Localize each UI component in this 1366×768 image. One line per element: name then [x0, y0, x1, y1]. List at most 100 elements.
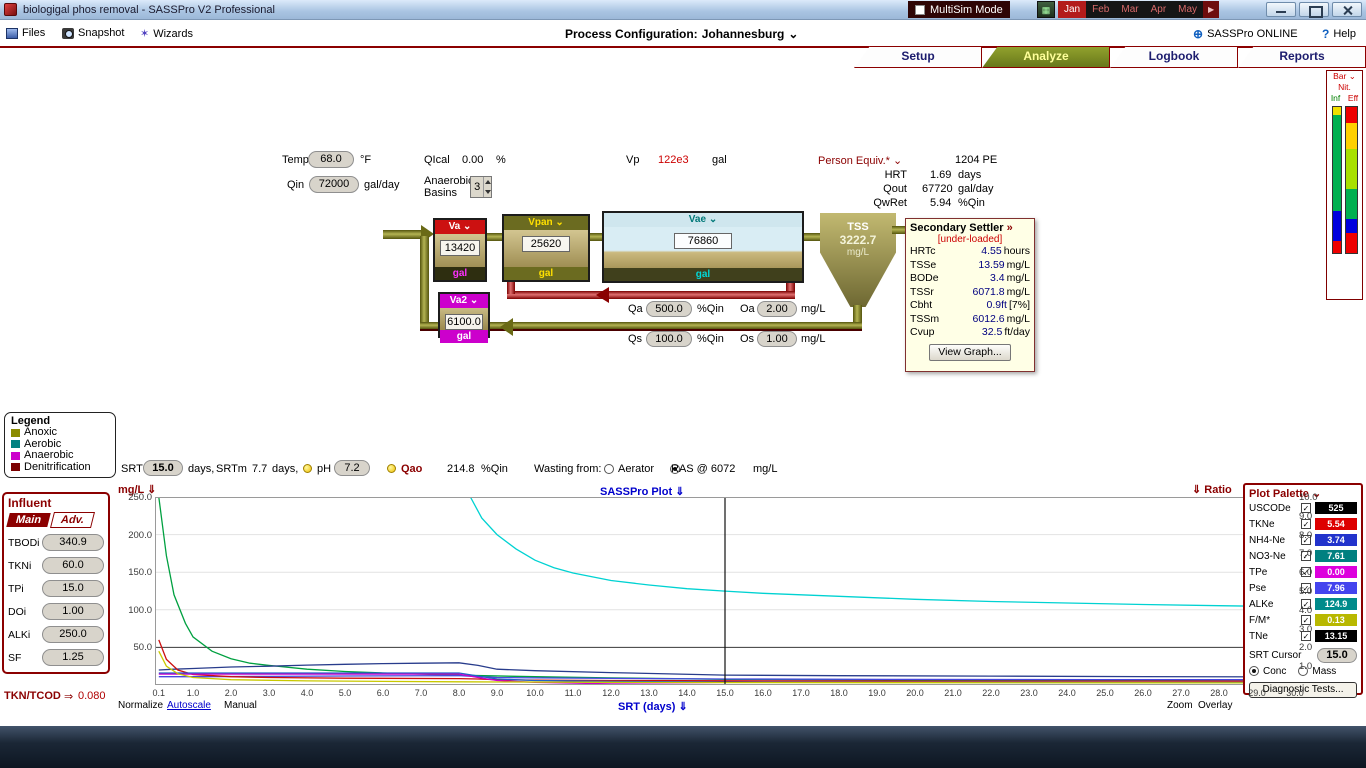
y-tick-label: 150.0: [120, 567, 152, 578]
os-input[interactable]: 1.00: [757, 331, 797, 347]
month-apr[interactable]: Apr: [1145, 1, 1173, 18]
basin-va[interactable]: Va ⌄ 13420 gal: [433, 218, 487, 282]
qa-input[interactable]: 500.0: [646, 301, 692, 317]
influent-field-input[interactable]: 60.0: [42, 557, 104, 574]
close-button[interactable]: [1332, 2, 1362, 17]
temp-input[interactable]: 68.0: [308, 151, 354, 168]
person-equiv-dropdown[interactable]: Person Equiv.* ⌄: [818, 154, 902, 167]
influent-field-input[interactable]: 15.0: [42, 580, 104, 597]
basin-vae[interactable]: Vae ⌄ 76860 gal: [602, 211, 804, 283]
overlay-button[interactable]: Overlay: [1198, 700, 1232, 711]
va2-header[interactable]: Va2 ⌄: [440, 294, 488, 308]
vpan-volume-value[interactable]: 25620: [522, 236, 570, 252]
conc-radio[interactable]: [1249, 666, 1259, 676]
maximize-button[interactable]: [1299, 2, 1329, 17]
tab-reports[interactable]: Reports: [1238, 46, 1366, 68]
oa-input[interactable]: 2.00: [757, 301, 797, 317]
eff-label: Eff: [1348, 93, 1358, 103]
pipe-vpan-vae: [590, 233, 602, 241]
influent-field-input[interactable]: 340.9: [42, 534, 104, 551]
x-tick-label: 6.0: [368, 688, 398, 698]
x-tick-label: 7.0: [406, 688, 436, 698]
sasspro-online-link[interactable]: ⊕ SASSPro ONLINE: [1193, 27, 1298, 41]
vpan-header[interactable]: Vpan ⌄: [504, 216, 588, 230]
return-riser-pipe: [420, 236, 429, 331]
settler-tss-label: TSS: [820, 221, 896, 233]
multisim-mode-toggle[interactable]: MultiSim Mode: [908, 1, 1010, 18]
month-next-button[interactable]: ▶: [1203, 1, 1219, 18]
va-header[interactable]: Va ⌄: [435, 220, 485, 234]
vae-header[interactable]: Vae ⌄: [604, 213, 802, 227]
ph-input[interactable]: 7.2: [334, 460, 370, 476]
normalize-button[interactable]: Normalize: [118, 700, 163, 711]
stepper-arrows[interactable]: [483, 177, 491, 197]
influent-field-input[interactable]: 250.0: [42, 626, 104, 643]
minimize-button[interactable]: [1266, 2, 1296, 17]
settler-row-unit: mg/L: [1007, 272, 1030, 286]
settler-row-value: 32.5: [982, 326, 1002, 340]
va-volume-value[interactable]: 13420: [440, 240, 480, 256]
anaerobic-label-1: Anaerobic: [424, 175, 474, 187]
bar-segment: [1346, 149, 1357, 189]
tab-adv[interactable]: Adv.: [50, 512, 95, 528]
manual-button[interactable]: Manual: [224, 700, 257, 711]
basin-vpan[interactable]: Vpan ⌄ 25620 gal: [502, 214, 590, 282]
settler-panel-title: Secondary Settler »: [910, 222, 1030, 234]
influent-field-label: ALKi: [8, 629, 30, 641]
tab-setup[interactable]: Setup: [854, 46, 982, 68]
month-may[interactable]: May: [1172, 1, 1203, 18]
autoscale-button[interactable]: Autoscale: [167, 700, 211, 711]
secondary-settler[interactable]: TSS 3222.7 mg/L: [820, 213, 896, 307]
tab-analyze[interactable]: Analyze: [982, 46, 1110, 68]
vae-volume-value[interactable]: 76860: [674, 233, 732, 249]
title-bar: biologigal phos removal - SASSPro V2 Pro…: [0, 0, 1366, 20]
multisim-checkbox[interactable]: [915, 5, 925, 15]
palette-param-label: Pse: [1249, 583, 1266, 594]
settler-row: Cvup32.5ft/day: [910, 326, 1030, 340]
y-tick-label: 100.0: [120, 605, 152, 616]
help-menu[interactable]: ? Help: [1322, 27, 1356, 41]
settler-row-label: TSSr: [910, 286, 948, 300]
qs-input[interactable]: 100.0: [646, 331, 692, 347]
bar-panel-nit-label: Nit.: [1327, 82, 1362, 93]
ratio-tick-label: 10.0: [1299, 492, 1331, 503]
tab-main[interactable]: Main: [6, 513, 51, 527]
wasting-unit: mg/L: [753, 463, 777, 475]
x-tick-label: 11.0: [558, 688, 588, 698]
files-menu[interactable]: Files: [6, 27, 45, 39]
anaerobic-basins-stepper[interactable]: 3: [470, 176, 492, 198]
zoom-button[interactable]: Zoom: [1167, 700, 1193, 711]
month-selector[interactable]: JanFebMarAprMay▶: [1058, 1, 1219, 18]
multisim-icon[interactable]: ▦: [1037, 1, 1055, 18]
process-configuration-dropdown[interactable]: Process Configuration: Johannesburg ⌄: [565, 27, 798, 41]
aerator-radio[interactable]: [604, 464, 614, 474]
settler-row-value: 6071.8: [973, 286, 1005, 300]
srt-plot[interactable]: [155, 497, 1295, 685]
bar-chart-panel[interactable]: Bar ⌄ Nit. Inf Eff: [1326, 70, 1363, 300]
basin-va2[interactable]: Va2 ⌄ 6100.0 gal: [438, 292, 490, 338]
qical-unit: %: [496, 154, 506, 166]
month-feb[interactable]: Feb: [1086, 1, 1115, 18]
influent-field-input[interactable]: 1.00: [42, 603, 104, 620]
view-graph-button[interactable]: View Graph...: [929, 344, 1011, 361]
chart-y2label: ⇓ Ratio: [1192, 483, 1232, 496]
snapshot-menu[interactable]: Snapshot: [62, 27, 124, 39]
qin-input[interactable]: 72000: [309, 176, 359, 193]
month-mar[interactable]: Mar: [1115, 1, 1144, 18]
process-config-value: Johannesburg: [702, 27, 785, 41]
srt-input[interactable]: 15.0: [143, 460, 183, 476]
va2-volume-value[interactable]: 6100.0: [445, 314, 483, 330]
month-jan[interactable]: Jan: [1058, 1, 1086, 18]
temp-label: Temp: [282, 154, 309, 166]
bar-panel-title[interactable]: Bar ⌄: [1327, 71, 1362, 82]
x-tick-label: 1.0: [178, 688, 208, 698]
wizards-menu[interactable]: ✶ Wizards: [140, 27, 193, 40]
ras-label: RAS @ 6072: [671, 463, 735, 475]
window-title: biologigal phos removal - SASSPro V2 Pro…: [23, 4, 275, 16]
settler-row-value: 0.9ft: [987, 299, 1007, 313]
tab-logbook[interactable]: Logbook: [1110, 46, 1238, 68]
qical-label: QIcal: [424, 154, 450, 166]
influent-fields: TBODi340.9TKNi60.0TPi15.0DOi1.00ALKi250.…: [8, 534, 104, 666]
influent-field-input[interactable]: 1.25: [42, 649, 104, 666]
influent-field-label: TBODi: [8, 537, 40, 549]
